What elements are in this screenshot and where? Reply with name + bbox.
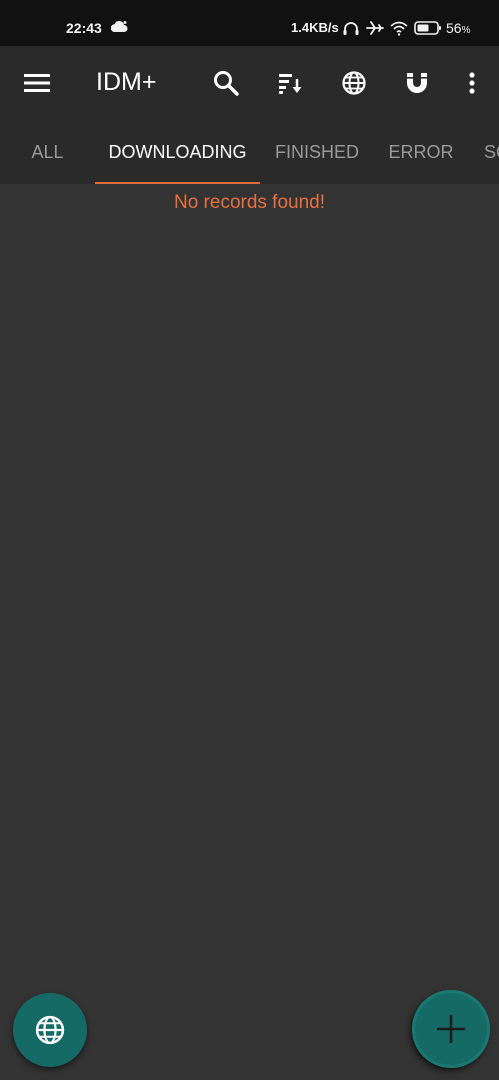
more-vertical-icon	[469, 72, 475, 94]
add-download-fab[interactable]	[412, 990, 490, 1068]
browser-fab[interactable]	[13, 993, 87, 1067]
menu-icon	[24, 74, 50, 92]
headphones-icon	[343, 22, 359, 35]
status-time: 22:43	[66, 20, 102, 36]
idm-main-screen: 22:43 1.4KB/s 56% IDM+ ALL DOWNLOADING F…	[0, 0, 499, 1080]
tab-all[interactable]: ALL	[0, 120, 95, 184]
magnet-icon	[407, 73, 427, 93]
search-icon	[214, 71, 239, 96]
tab-finished[interactable]: FINISHED	[262, 120, 372, 184]
battery-percent-value: 56	[446, 20, 462, 36]
magnet-button[interactable]	[397, 63, 437, 103]
tab-error[interactable]: ERROR	[377, 120, 465, 184]
tab-bar: ALL DOWNLOADING FINISHED ERROR SC	[0, 120, 499, 184]
network-speed: 1.4KB/s	[291, 20, 339, 35]
plus-icon	[437, 1015, 465, 1043]
menu-button[interactable]	[17, 63, 57, 103]
globe-icon	[342, 71, 366, 95]
wifi-icon	[390, 21, 408, 36]
search-button[interactable]	[206, 63, 246, 103]
more-options-button[interactable]	[452, 63, 492, 103]
battery-percent: 56%	[446, 20, 470, 36]
globe-icon	[35, 1015, 65, 1045]
app-bar: IDM+	[0, 46, 499, 120]
download-list: No records found!	[0, 184, 499, 1080]
sort-button[interactable]	[270, 63, 310, 103]
app-title: IDM+	[96, 68, 157, 96]
sort-icon	[279, 74, 302, 94]
airplane-icon	[366, 21, 384, 35]
browser-button[interactable]	[334, 63, 374, 103]
battery-percent-symbol: %	[461, 25, 471, 36]
status-bar: 22:43 1.4KB/s 56%	[0, 0, 499, 46]
empty-state-message: No records found!	[173, 192, 326, 213]
tab-downloading[interactable]: DOWNLOADING	[95, 120, 260, 184]
tab-scheduled[interactable]: SC	[472, 120, 499, 184]
battery-icon	[414, 21, 441, 35]
cloud-icon	[110, 21, 128, 32]
